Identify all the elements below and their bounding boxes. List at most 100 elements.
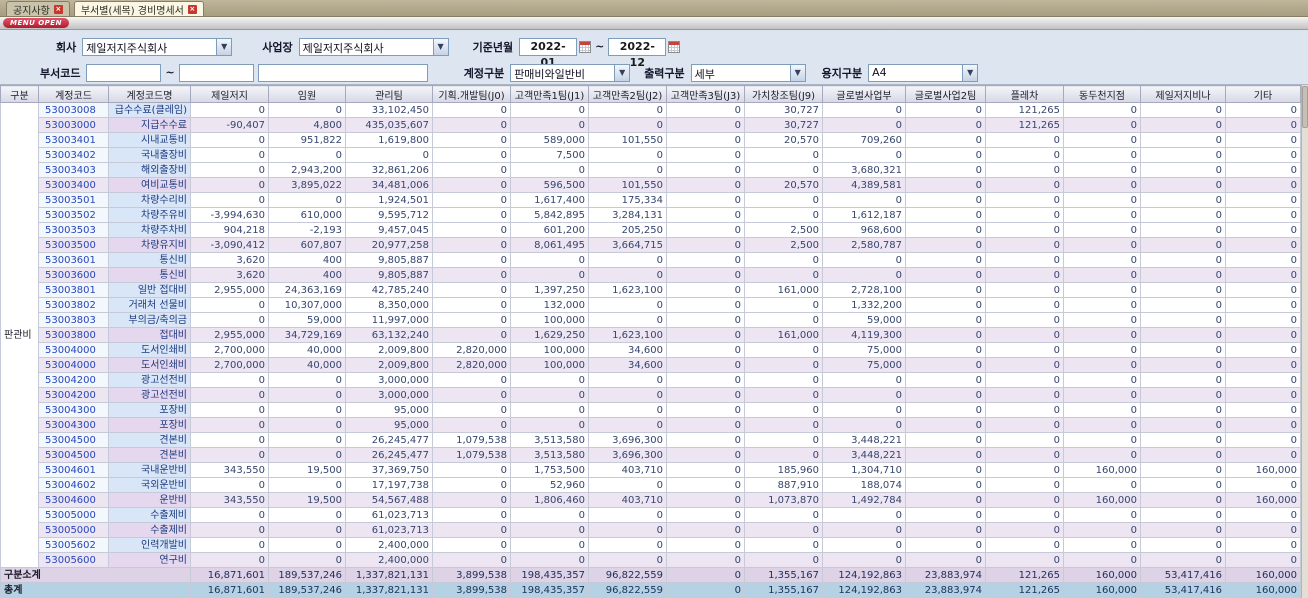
value-cell: 0 <box>905 267 986 283</box>
dept-code-from-input[interactable] <box>86 63 162 82</box>
value-cell: 0 <box>1063 402 1141 418</box>
value-cell: 0 <box>905 372 986 388</box>
table-row[interactable]: 53004601 국내운반비 343,550 19,500 37,369,750 0 1,7… <box>1 462 1301 478</box>
table-row[interactable]: 53005000 수출제비 0 0 61,023,713 0 0 0 0 0 0 0 0 0 0 0 <box>1 507 1301 523</box>
paper-type-select[interactable]: A4 ▼ <box>868 63 979 82</box>
scrollbar-thumb[interactable] <box>1302 86 1308 128</box>
table-row[interactable]: 53004500 견본비 0 0 26,245,477 1,079,538 3,513,58… <box>1 447 1301 463</box>
column-header[interactable]: 제일저지비나 <box>1140 85 1226 103</box>
column-header[interactable]: 동두천지점 <box>1063 85 1141 103</box>
table-row[interactable]: 53004000 도서인쇄비 2,700,000 40,000 2,009,800 2,8… <box>1 342 1301 358</box>
table-row[interactable]: 53004200 광고선전비 0 0 3,000,000 0 0 0 0 0 0 0 0 0 0 0 <box>1 372 1301 388</box>
value-cell: 33,102,450 <box>345 102 433 118</box>
table-row[interactable]: 53003402 국내출장비 0 0 0 0 7,500 0 0 0 0 0 0 0 0 0 <box>1 147 1301 163</box>
table-row[interactable]: 53004300 포장비 0 0 95,000 0 0 0 0 0 0 0 0 0 0 0 <box>1 417 1301 433</box>
value-cell: 0 <box>666 282 745 298</box>
column-header[interactable]: 계정코드 <box>38 85 109 103</box>
account-type-select[interactable]: 판매비와일반비 ▼ <box>510 63 631 82</box>
dept-code-to-input[interactable] <box>178 63 254 82</box>
period-from-input[interactable]: 2022-01 <box>519 37 578 69</box>
table-row[interactable]: 53005000 수출제비 0 0 61,023,713 0 0 0 0 0 0 0 0 0 0 0 <box>1 522 1301 538</box>
table-row[interactable]: 53004600 운반비 343,550 19,500 54,567,488 0 1,806… <box>1 492 1301 508</box>
close-icon[interactable]: × <box>187 4 197 14</box>
column-header[interactable]: 가치창조팀(J9) <box>744 85 823 103</box>
column-header[interactable]: 구분 <box>0 85 39 103</box>
tab-notice[interactable]: 공지사항 × <box>6 1 70 17</box>
table-row[interactable]: 판관비 53003008 급수수료(클레임) 0 0 33,102,450 0 0 0 0 30,7… <box>0 102 1301 568</box>
table-row[interactable]: 53003803 부의금/축의금 0 59,000 11,997,000 0 100,000… <box>1 312 1301 328</box>
dept-name-field[interactable] <box>257 63 428 82</box>
tab-expense-report[interactable]: 부서별(세목) 경비명세서 × <box>73 1 204 17</box>
period-to-input[interactable]: 2022-12 <box>608 37 667 69</box>
account-type-label: 계정구분 <box>463 66 505 80</box>
close-icon[interactable]: × <box>53 4 63 14</box>
value-cell: 0 <box>905 492 986 508</box>
column-header[interactable]: 기타 <box>1225 85 1301 103</box>
worksite-select[interactable]: 제일저지주식회사 ▼ <box>298 37 449 56</box>
column-header[interactable]: 플레차 <box>985 85 1064 103</box>
account-code-cell: 53005602 <box>38 537 109 553</box>
value-cell: 709,260 <box>822 132 906 148</box>
value-cell: 3,620 <box>190 267 269 283</box>
calendar-icon[interactable] <box>668 40 681 53</box>
table-row[interactable]: 53005600 연구비 0 0 2,400,000 0 0 0 0 0 0 0 0 0 0 0 <box>1 552 1301 568</box>
column-header[interactable]: 고객만족3팀(J3) <box>666 85 745 103</box>
value-cell: 0 <box>905 387 986 403</box>
vertical-scrollbar[interactable] <box>1301 85 1308 598</box>
account-code-cell: 53004500 <box>38 447 109 463</box>
column-header[interactable]: 임원 <box>268 85 346 103</box>
menu-open-button[interactable]: MENU OPEN <box>3 18 69 28</box>
column-header[interactable]: 제일저지 <box>190 85 269 103</box>
value-cell: 160,000 <box>1225 492 1301 508</box>
value-cell: 0 <box>588 402 667 418</box>
table-row[interactable]: 53003801 일반 접대비 2,955,000 24,363,169 42,785,… <box>1 282 1301 298</box>
table-row[interactable]: 53004602 국외운반비 0 0 17,197,738 0 52,960 0 0 887,91… <box>1 477 1301 493</box>
table-row[interactable]: 53004000 도서인쇄비 2,700,000 40,000 2,009,800 2,8… <box>1 357 1301 373</box>
table-row[interactable]: 53004200 광고선전비 0 0 3,000,000 0 0 0 0 0 0 0 0 0 0 0 <box>1 387 1301 403</box>
column-header[interactable]: 고객만족2팀(J2) <box>588 85 667 103</box>
value-cell: 20,570 <box>744 177 823 193</box>
table-row[interactable]: 53003403 해외출장비 0 2,943,200 32,861,206 0 0 0 0 0 3,… <box>1 162 1301 178</box>
value-cell: 0 <box>432 132 511 148</box>
value-cell: 0 <box>510 387 589 403</box>
value-cell: 0 <box>1140 282 1226 298</box>
table-row[interactable]: 53003501 차량수리비 0 0 1,924,501 0 1,617,400 175,33… <box>1 192 1301 208</box>
value-cell: 0 <box>190 162 269 178</box>
table-row[interactable]: 53003503 차량주차비 904,218 -2,193 9,457,045 0 601,… <box>1 222 1301 238</box>
column-header[interactable]: 기획.개발팀(J0) <box>432 85 511 103</box>
value-cell: 0 <box>432 552 511 568</box>
table-row[interactable]: 53003500 차량유지비 -3,090,412 607,807 20,977,258… <box>1 237 1301 253</box>
column-header[interactable]: 관리팀 <box>345 85 433 103</box>
value-cell: 0 <box>1140 552 1226 568</box>
calendar-icon[interactable] <box>579 40 592 53</box>
company-select[interactable]: 제일저지주식회사 ▼ <box>82 37 233 56</box>
table-row[interactable]: 53004500 견본비 0 0 26,245,477 1,079,538 3,513,58… <box>1 432 1301 448</box>
table-row[interactable]: 53004300 포장비 0 0 95,000 0 0 0 0 0 0 0 0 0 0 0 <box>1 402 1301 418</box>
value-cell: 26,245,477 <box>345 447 433 463</box>
value-cell: 343,550 <box>190 492 269 508</box>
table-row[interactable]: 53003502 차량주유비 -3,994,630 610,000 9,595,712 0… <box>1 207 1301 223</box>
value-cell: 0 <box>1225 477 1301 493</box>
table-row[interactable]: 53003800 접대비 2,955,000 34,729,169 63,132,240… <box>1 327 1301 343</box>
column-header[interactable]: 글로벌사업부 <box>822 85 906 103</box>
table-row[interactable]: 53003401 시내교통비 0 951,822 1,619,800 0 589,000 10… <box>1 132 1301 148</box>
output-type-select[interactable]: 세부 ▼ <box>690 63 806 82</box>
value-cell: 160,000 <box>1225 582 1301 598</box>
subtotal-row[interactable]: 구분소계 16,871,601 189,537,246 1,337,821,131 3,… <box>0 567 1301 583</box>
value-cell: 0 <box>744 162 823 178</box>
column-header[interactable]: 계정코드명 <box>108 85 191 103</box>
table-row[interactable]: 53003601 통신비 3,620 400 9,805,887 0 0 0 0 0 0 0 0 0 0 0 <box>1 252 1301 268</box>
table-row[interactable]: 53003400 여비교통비 0 3,895,022 34,481,006 0 596,50… <box>1 177 1301 193</box>
column-header[interactable]: 글로벌사업2팀 <box>905 85 986 103</box>
value-cell: 0 <box>1225 417 1301 433</box>
table-row[interactable]: 53003000 지급수수료 -90,407 4,800 435,035,607 0 0 0 0… <box>1 117 1301 133</box>
table-row[interactable]: 53003600 통신비 3,620 400 9,805,887 0 0 0 0 0 0 0 0 0 0 0 <box>1 267 1301 283</box>
column-header[interactable]: 고객만족1팀(J1) <box>510 85 589 103</box>
value-cell: 0 <box>905 117 986 133</box>
value-cell: 0 <box>1063 447 1141 463</box>
value-cell: 0 <box>905 102 986 118</box>
table-row[interactable]: 53005602 인력개발비 0 0 2,400,000 0 0 0 0 0 0 0 0 0 0 0 <box>1 537 1301 553</box>
account-name-cell: 부의금/축의금 <box>108 312 191 328</box>
grand-total-row[interactable]: 총계 16,871,601 189,537,246 1,337,821,131 3,89… <box>0 582 1301 598</box>
table-row[interactable]: 53003802 거래처 선물비 0 10,307,000 8,350,000 0 132,… <box>1 297 1301 313</box>
